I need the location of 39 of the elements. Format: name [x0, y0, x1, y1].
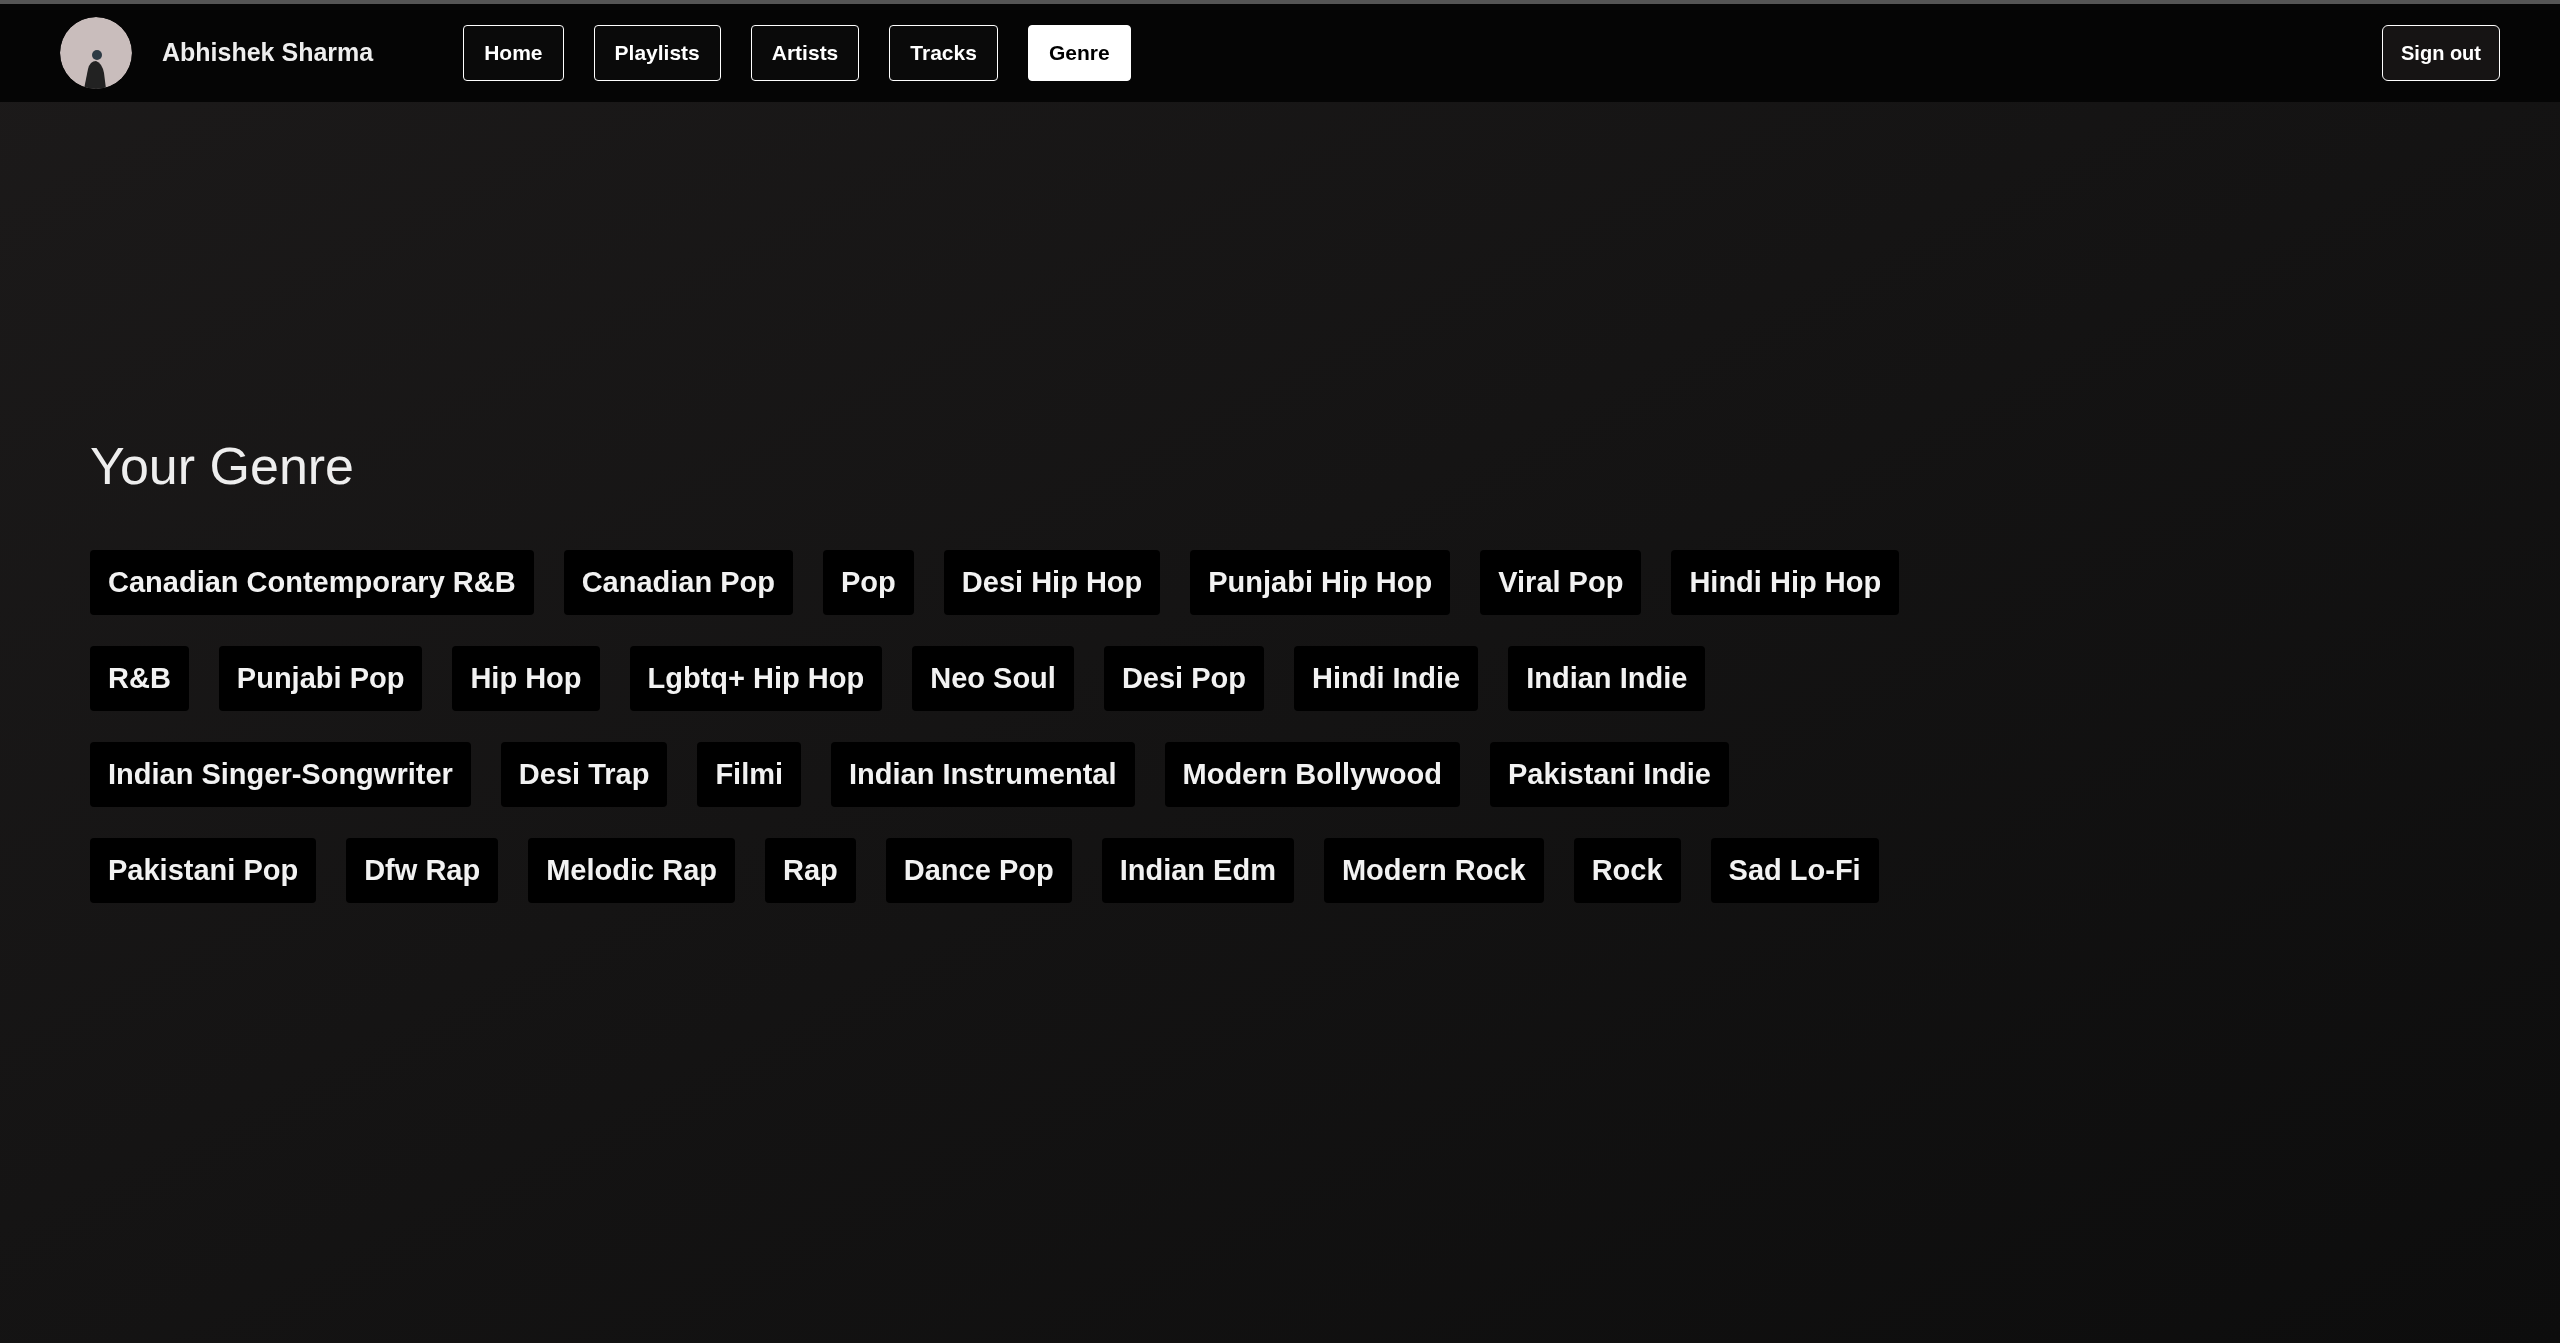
nav-tab[interactable]: Home [463, 25, 564, 81]
user-name: Abhishek Sharma [162, 37, 374, 69]
genre-tag: Indian Singer-Songwriter [90, 742, 471, 807]
genre-tag: Modern Rock [1323, 838, 1544, 903]
nav-tab[interactable]: Genre [1027, 25, 1131, 81]
genre-tag: Desi Pop [1103, 646, 1264, 711]
nav-tab[interactable]: Tracks [889, 25, 998, 81]
genre-tag: Desi Hip Hop [943, 550, 1161, 615]
genre-tag: Rock [1573, 838, 1681, 903]
genre-tag: Pakistani Indie [1489, 742, 1729, 807]
genre-tag: Rap [765, 838, 856, 903]
avatar-icon[interactable] [60, 17, 132, 89]
genre-tag: Hindi Hip Hop [1671, 550, 1900, 615]
genre-tag: Pop [823, 550, 914, 615]
genre-tag: Filmi [697, 742, 802, 807]
genre-tag: Punjabi Pop [218, 646, 423, 711]
sign-out-button[interactable]: Sign out [2382, 25, 2500, 81]
genre-tag: R&B [90, 646, 189, 711]
genre-tag: Lgbtq+ Hip Hop [629, 646, 883, 711]
genre-tag: Punjabi Hip Hop [1190, 550, 1451, 615]
genre-tag: Dfw Rap [346, 838, 499, 903]
genre-tag: Melodic Rap [528, 838, 735, 903]
genre-tag: Hindi Indie [1294, 646, 1479, 711]
genre-tag: Pakistani Pop [90, 838, 317, 903]
genre-tag: Canadian Pop [563, 550, 794, 615]
genre-tag: Neo Soul [912, 646, 1074, 711]
genre-tag: Viral Pop [1480, 550, 1642, 615]
genre-tag: Indian Instrumental [831, 742, 1135, 807]
genre-tag: Dance Pop [885, 838, 1072, 903]
nav-tab[interactable]: Artists [750, 25, 860, 81]
genre-tag: Indian Indie [1508, 646, 1706, 711]
genre-tag: Sad Lo-Fi [1710, 838, 1879, 903]
genre-tag: Canadian Contemporary R&B [90, 550, 534, 615]
genre-tag: Modern Bollywood [1164, 742, 1460, 807]
page-title: Your Genre [90, 440, 356, 492]
genre-tag: Indian Edm [1101, 838, 1294, 903]
genre-tag: Hip Hop [452, 646, 600, 711]
nav-tab[interactable]: Playlists [593, 25, 721, 81]
genre-tag: Desi Trap [500, 742, 668, 807]
